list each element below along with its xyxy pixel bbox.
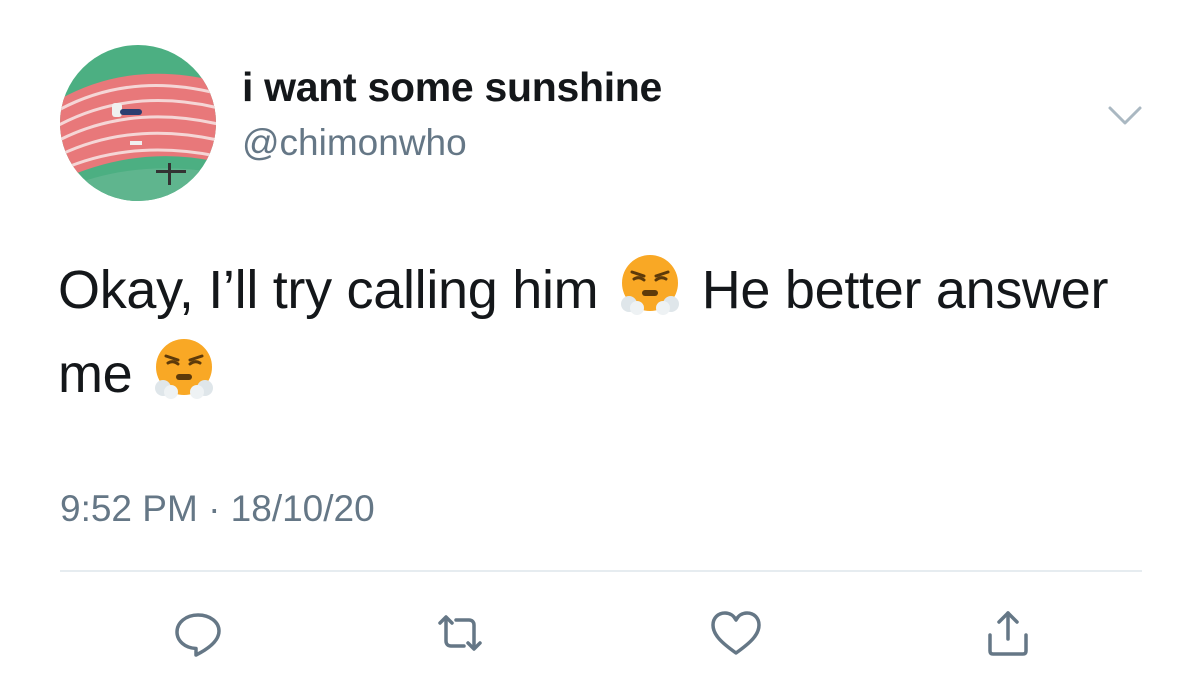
face-with-steam-from-nose-icon — [617, 252, 683, 318]
like-icon — [711, 611, 761, 655]
chevron-down-icon[interactable] — [1104, 98, 1146, 132]
share-button[interactable] — [976, 603, 1040, 663]
share-icon — [988, 611, 1028, 656]
retweet-button[interactable] — [428, 603, 492, 663]
tweet-text-part-1: Okay, I’ll try calling him — [58, 260, 599, 320]
divider — [60, 570, 1142, 572]
user-handle[interactable]: @chimonwho — [242, 122, 467, 164]
avatar-image — [60, 45, 216, 201]
display-name[interactable]: i want some sunshine — [242, 64, 662, 111]
retweet-icon — [438, 615, 482, 651]
tweet-text: Okay, I’ll try calling him He better ans… — [58, 248, 1118, 416]
reply-button[interactable] — [166, 603, 230, 663]
face-with-steam-from-nose-icon — [151, 336, 217, 402]
like-button[interactable] — [704, 603, 768, 663]
tweet-timestamp[interactable]: 9:52 PM · 18/10/20 — [60, 488, 375, 530]
avatar[interactable] — [60, 45, 216, 201]
reply-icon — [175, 613, 221, 657]
